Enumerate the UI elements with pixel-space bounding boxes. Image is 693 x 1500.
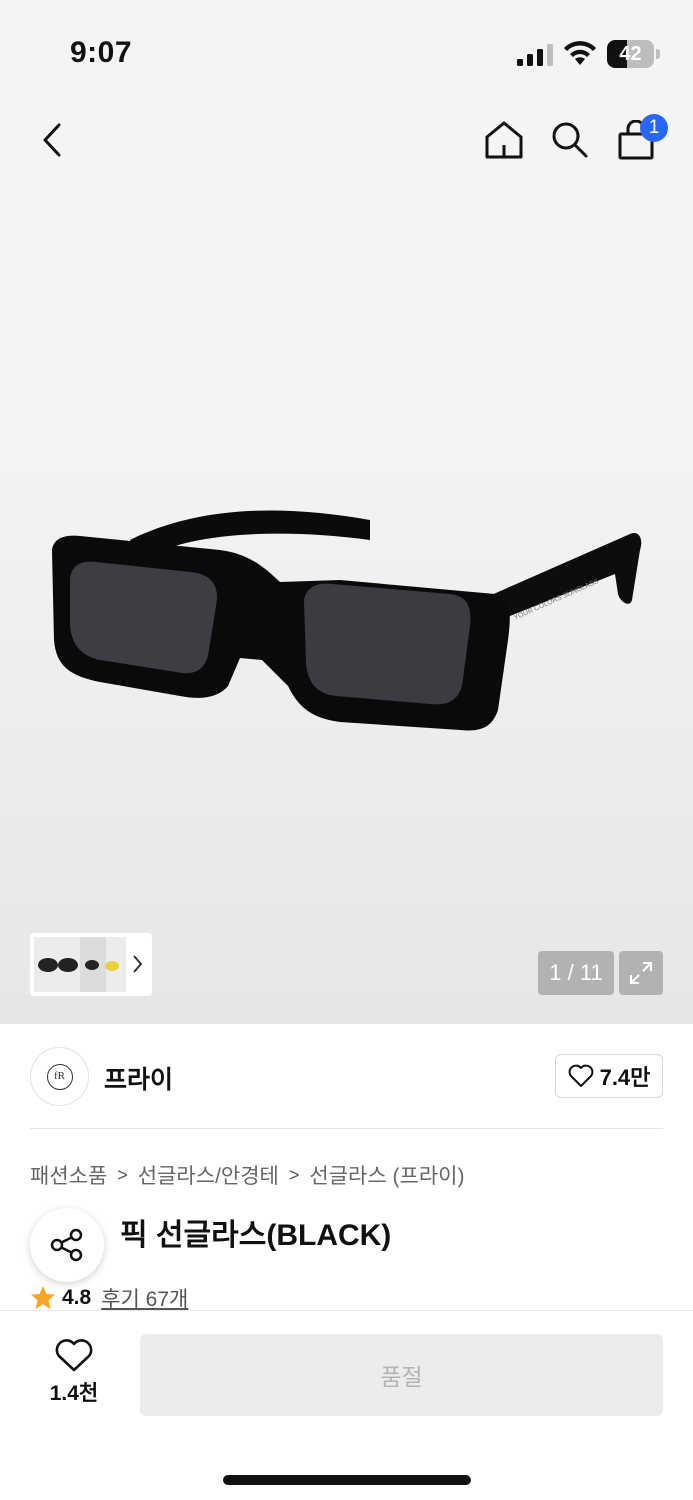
back-button[interactable] xyxy=(30,118,74,162)
product-title-text: 픽 선글라스(BLACK) xyxy=(120,1219,392,1252)
sold-out-button[interactable]: 품절 xyxy=(140,1334,663,1416)
share-button[interactable] xyxy=(30,1208,104,1282)
brand-logo[interactable]: fR xyxy=(30,1047,89,1106)
search-button[interactable] xyxy=(548,118,592,162)
battery-level: 42 xyxy=(619,43,642,65)
breadcrumb: 패션소품 > 선글라스/안경테 > 선글라스 (프라이) xyxy=(30,1160,464,1190)
brand-like-button[interactable]: 7.4만 xyxy=(555,1054,663,1098)
chevron-right-icon: > xyxy=(288,1164,300,1185)
divider xyxy=(30,1128,663,1129)
image-pager: 1 / 11 xyxy=(538,951,614,995)
rating-row: 4.8 후기 67개 xyxy=(30,1283,188,1313)
chevron-right-icon xyxy=(133,955,143,973)
home-button[interactable] xyxy=(482,118,526,162)
cellular-signal-icon xyxy=(517,44,553,66)
product-image-sunglasses[interactable]: YOUR COLORS SUNGLASS xyxy=(40,490,650,750)
wishlist-button[interactable]: 1.4천 xyxy=(30,1339,118,1409)
wishlist-count: 1.4천 xyxy=(49,1382,99,1405)
status-time: 9:07 xyxy=(70,36,133,69)
cart-count-badge: 1 xyxy=(640,114,668,142)
battery-icon: 42 xyxy=(607,40,660,68)
breadcrumb-item[interactable]: 패션소품 xyxy=(30,1160,107,1190)
brand-logo-mark: fR xyxy=(46,1063,73,1090)
breadcrumb-item[interactable]: 선글라스/안경테 xyxy=(138,1160,279,1190)
star-icon xyxy=(31,1286,55,1309)
bottom-action-bar: 1.4천 품절 xyxy=(0,1310,693,1500)
heart-icon xyxy=(55,1339,93,1372)
heart-icon xyxy=(568,1064,593,1087)
expand-icon xyxy=(630,962,652,984)
expand-button[interactable] xyxy=(619,951,663,995)
home-icon xyxy=(485,121,523,159)
chevron-left-icon xyxy=(43,123,61,157)
cart-button[interactable]: 1 xyxy=(614,114,668,162)
chevron-right-icon: > xyxy=(117,1164,128,1185)
brand-like-count: 7.4만 xyxy=(599,1065,651,1090)
brand-name[interactable]: 프라이 xyxy=(104,1060,173,1096)
search-icon xyxy=(552,122,588,158)
wifi-icon xyxy=(564,41,596,65)
share-icon xyxy=(50,1228,83,1262)
home-indicator xyxy=(223,1475,471,1485)
review-link[interactable]: 후기 67개 xyxy=(101,1283,188,1313)
breadcrumb-item[interactable]: 선글라스 (프라이) xyxy=(309,1160,464,1190)
thumbnail-image xyxy=(34,937,126,992)
thumbnail-strip[interactable] xyxy=(30,933,152,996)
rating-score: 4.8 xyxy=(62,1286,92,1309)
